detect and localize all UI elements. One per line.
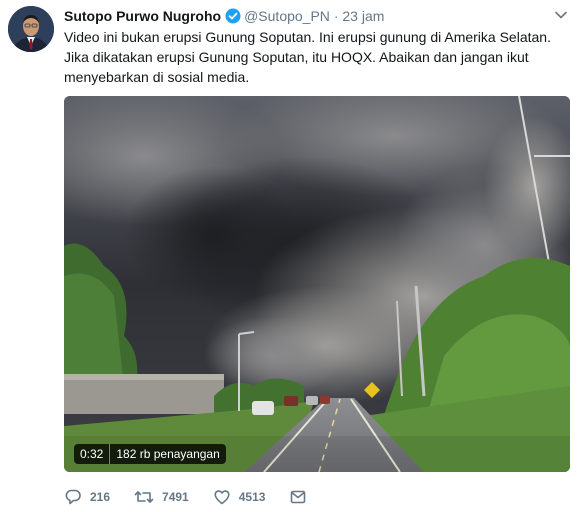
like-icon bbox=[214, 490, 230, 505]
video-view-count: 182 rb penayangan bbox=[109, 444, 225, 464]
reply-button[interactable]: 216 bbox=[64, 488, 110, 506]
tweet-header: Sutopo Purwo Nugroho @Sutopo_PN · 23 jam bbox=[64, 6, 550, 26]
tweet: Sutopo Purwo Nugroho @Sutopo_PN · 23 jam … bbox=[0, 0, 580, 512]
tweet-timestamp[interactable]: 23 jam bbox=[342, 8, 384, 24]
verified-badge-icon bbox=[225, 8, 241, 29]
direct-message-button[interactable] bbox=[289, 488, 315, 506]
video-player[interactable]: 0:32 182 rb penayangan bbox=[64, 96, 570, 472]
header-separator: · bbox=[333, 8, 339, 24]
author-name[interactable]: Sutopo Purwo Nugroho bbox=[64, 8, 221, 24]
retweet-button[interactable]: 7491 bbox=[134, 488, 189, 506]
tweet-text: Video ini bukan erupsi Gunung Soputan. I… bbox=[64, 27, 569, 87]
reply-icon bbox=[65, 489, 81, 505]
reply-count: 216 bbox=[90, 490, 111, 504]
caret-down-icon[interactable] bbox=[554, 8, 568, 22]
video-thumbnail bbox=[64, 96, 570, 472]
tweet-text-line: menyebarkan di sosial media. bbox=[64, 69, 250, 85]
tweet-text-line: Video ini bukan erupsi Gunung Soputan. I… bbox=[64, 29, 551, 45]
tweet-actions: 216 7491 4513 bbox=[64, 485, 339, 509]
video-badge: 0:32 182 rb penayangan bbox=[74, 444, 226, 464]
tweet-text-line: Jika dikatakan erupsi Gunung Soputan, it… bbox=[64, 49, 529, 65]
author-handle[interactable]: @Sutopo_PN bbox=[244, 8, 330, 24]
like-count: 4513 bbox=[238, 490, 266, 504]
retweet-count: 7491 bbox=[162, 490, 189, 504]
avatar[interactable] bbox=[8, 6, 54, 52]
video-duration: 0:32 bbox=[80, 447, 104, 461]
dm-icon bbox=[291, 490, 306, 504]
retweet-icon bbox=[134, 491, 154, 503]
like-button[interactable]: 4513 bbox=[213, 488, 266, 506]
